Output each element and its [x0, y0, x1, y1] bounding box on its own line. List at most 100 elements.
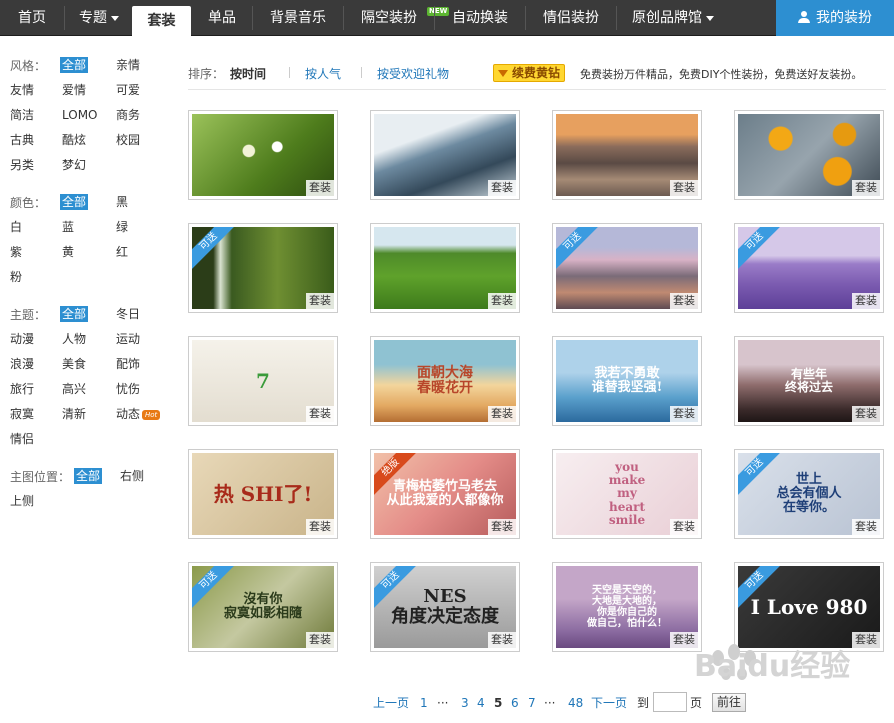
filter-theme-option[interactable]: 运动 — [114, 331, 142, 347]
filter-theme-option[interactable]: 寂寞 — [8, 406, 36, 422]
nav-space[interactable]: 隔空装扮 — [344, 0, 434, 36]
goto-button[interactable]: 前往 — [712, 693, 746, 712]
giftable-ribbon: 可送 — [556, 227, 600, 269]
sort-by-time[interactable]: 按时间 — [230, 65, 266, 82]
nav-original[interactable]: 原创品牌馆 — [617, 0, 729, 36]
theme-card[interactable]: 可送 套装 — [188, 223, 338, 313]
filter-style-option[interactable]: 简洁 — [8, 107, 36, 123]
theme-thumbnail: 有些年 终将过去 套装 — [738, 340, 880, 422]
nav-auto[interactable]: 自动换装 — [435, 0, 525, 36]
theme-card[interactable]: 有些年 终将过去 套装 — [734, 336, 884, 426]
theme-card[interactable]: 套装 — [188, 110, 338, 200]
theme-card[interactable]: 套装 — [370, 223, 520, 313]
theme-card[interactable]: 热 SHI了! 套装 — [188, 449, 338, 539]
filter-theme-option[interactable]: 忧伤 — [114, 381, 142, 397]
theme-card[interactable]: 世上 总会有個人 在等你。 可送 套装 — [734, 449, 884, 539]
filter-theme-option[interactable]: 高兴 — [60, 381, 88, 397]
filter-color-option[interactable]: 白 — [8, 219, 24, 235]
theme-card[interactable]: 7 套装 — [188, 336, 338, 426]
theme-card[interactable]: you make my heart smile 套装 — [552, 449, 702, 539]
my-decoration-label: 我的装扮 — [816, 10, 872, 26]
filter-color-option[interactable]: 红 — [114, 244, 130, 260]
filter-color-all[interactable]: 全部 — [60, 194, 89, 210]
theme-card[interactable]: 青梅枯萎竹马老去 从此我爱的人都像你 绝版 套装 — [370, 449, 520, 539]
filter-theme-option[interactable]: 旅行 — [8, 381, 36, 397]
prev-page-link[interactable]: 上一页 — [373, 695, 409, 711]
filter-position-option[interactable]: 上侧 — [8, 493, 36, 509]
theme-card[interactable]: 套装 — [370, 110, 520, 200]
sort-bar: 排序： 按时间 按人气 按受欢迎礼物 续费黄钻 免费装扮万件精品，免费DIY个性… — [188, 60, 886, 90]
filter-theme-option[interactable]: 清新 — [60, 406, 88, 422]
theme-thumbnail: 沒有你 寂寞如影相隨 可送 套装 — [192, 566, 334, 648]
filter-style-option[interactable]: 古典 — [8, 132, 36, 148]
filter-style-option[interactable]: 爱情 — [60, 82, 88, 98]
nav-original-label: 原创品牌馆 — [632, 10, 702, 26]
filter-style-all[interactable]: 全部 — [60, 57, 89, 73]
theme-card[interactable]: 套装 — [552, 110, 702, 200]
filter-theme-option[interactable]: 冬日 — [114, 306, 142, 322]
suit-tag: 套装 — [306, 293, 334, 309]
theme-card[interactable]: NES 角度决定态度 可送 套装 — [370, 562, 520, 652]
nav-home[interactable]: 首页 — [0, 0, 64, 36]
filter-color-option[interactable]: 黄 — [60, 244, 76, 260]
nav-suit[interactable]: 套装 — [132, 6, 191, 36]
theme-card[interactable]: 套装 — [734, 110, 884, 200]
filter-theme-option[interactable]: 浪漫 — [8, 356, 36, 372]
renew-yellow-diamond-button[interactable]: 续费黄钻 — [493, 64, 566, 82]
filter-color-option[interactable]: 粉 — [8, 269, 24, 285]
nav-couple[interactable]: 情侣装扮 — [526, 0, 616, 36]
page-link[interactable]: 7 — [528, 695, 536, 711]
filter-style-option[interactable]: LOMO — [60, 107, 100, 123]
suit-tag: 套装 — [670, 519, 698, 535]
theme-card[interactable]: 面朝大海 春暖花开 套装 — [370, 336, 520, 426]
filter-color-option[interactable]: 绿 — [114, 219, 130, 235]
filter-style-option[interactable]: 酷炫 — [60, 132, 88, 148]
theme-thumbnail: 套装 — [192, 114, 334, 196]
next-page-link[interactable]: 下一页 — [591, 695, 627, 711]
page-link[interactable]: 4 — [477, 695, 485, 711]
filter-theme-option[interactable]: 配饰 — [114, 356, 142, 372]
current-page: 5 — [494, 696, 503, 710]
diamond-icon — [498, 70, 508, 77]
filter-style-option[interactable]: 校园 — [114, 132, 142, 148]
goto-page-input[interactable] — [653, 692, 687, 712]
theme-card[interactable]: 天空是天空的， 大地是大地的， 你是你自己的 做自己，怕什么！ 套装 — [552, 562, 702, 652]
suit-tag: 套装 — [306, 180, 334, 196]
theme-card[interactable]: 沒有你 寂寞如影相隨 可送 套装 — [188, 562, 338, 652]
theme-thumbnail: 可送 套装 — [192, 227, 334, 309]
filter-color-option[interactable]: 紫 — [8, 244, 24, 260]
filter-theme-option[interactable]: 动漫 — [8, 331, 36, 347]
theme-card[interactable]: 我若不勇敢 谁替我坚强! 套装 — [552, 336, 702, 426]
page-link[interactable]: 3 — [461, 695, 469, 711]
filter-position-all[interactable]: 全部 — [74, 468, 103, 484]
theme-card[interactable]: 可送 套装 — [734, 223, 884, 313]
page-link[interactable]: 1 — [420, 695, 428, 711]
filter-color-option[interactable]: 黑 — [114, 194, 130, 210]
hot-badge: Hot — [142, 410, 161, 420]
filter-theme-all[interactable]: 全部 — [60, 306, 89, 322]
nav-music[interactable]: 背景音乐 — [253, 0, 343, 36]
filter-color-option[interactable]: 蓝 — [60, 219, 76, 235]
sort-by-popularity[interactable]: 按人气 — [305, 65, 341, 82]
filter-theme-option[interactable]: 美食 — [60, 356, 88, 372]
filter-theme-option[interactable]: 情侣 — [8, 431, 36, 447]
filter-style-option[interactable]: 可爱 — [114, 82, 142, 98]
filter-style-option[interactable]: 梦幻 — [60, 157, 88, 173]
suit-tag: 套装 — [488, 632, 516, 648]
sort-by-gift[interactable]: 按受欢迎礼物 — [377, 65, 449, 82]
nav-single[interactable]: 单品 — [192, 0, 252, 36]
filter-style-label: 风格： — [10, 59, 47, 73]
suit-tag: 套装 — [306, 632, 334, 648]
theme-card[interactable]: 可送 套装 — [552, 223, 702, 313]
filter-position-option[interactable]: 右侧 — [118, 468, 146, 484]
filter-style-option[interactable]: 另类 — [8, 157, 36, 173]
my-decoration-button[interactable]: 我的装扮 — [776, 0, 894, 36]
page-link[interactable]: 6 — [511, 695, 519, 711]
filter-style-option[interactable]: 商务 — [114, 107, 142, 123]
filter-style-option[interactable]: 友情 — [8, 82, 36, 98]
filter-theme-option-animated[interactable]: 动态 Hot — [114, 406, 162, 422]
filter-theme-option[interactable]: 人物 — [60, 331, 88, 347]
filter-style-option[interactable]: 亲情 — [114, 57, 142, 73]
nav-topic[interactable]: 专题 — [65, 0, 133, 36]
page-link[interactable]: 48 — [568, 695, 583, 711]
